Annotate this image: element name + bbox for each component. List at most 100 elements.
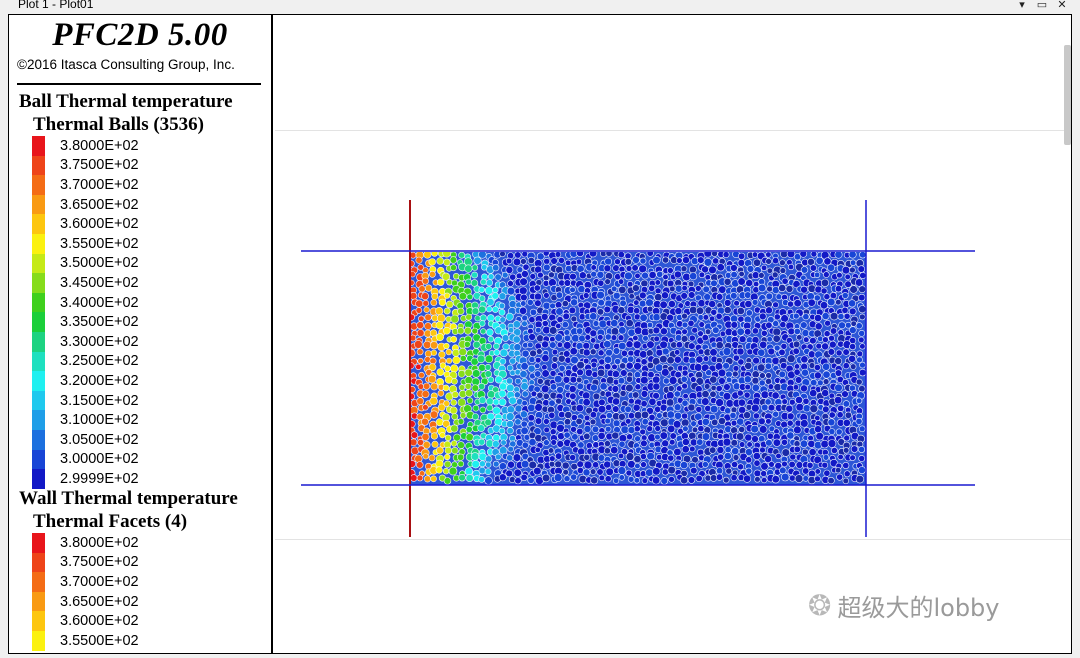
ball-particle <box>536 391 544 399</box>
ball-particle <box>508 396 517 405</box>
ball-particle <box>760 462 769 471</box>
model-viewport[interactable] <box>275 15 1071 653</box>
restore-icon[interactable]: ▭ <box>1036 0 1048 11</box>
ball-particle <box>640 453 647 460</box>
ball-particle <box>543 426 550 434</box>
ball-particle <box>627 412 635 420</box>
ball-particle <box>598 474 605 482</box>
ball-particle <box>673 355 682 364</box>
ball-particle <box>612 291 621 300</box>
ball-particle <box>568 385 577 393</box>
ball-particle <box>661 439 670 448</box>
ball-particle <box>822 271 830 278</box>
ball-particle <box>689 305 698 315</box>
ball-particle <box>554 460 563 469</box>
ball-particle <box>451 447 459 455</box>
ball-particle <box>701 334 709 342</box>
ball-particle <box>750 424 759 434</box>
wall-scale-label: 3.6000E+02 <box>60 613 139 630</box>
ball-particle <box>618 326 627 335</box>
ball-particle <box>618 474 625 481</box>
window-controls: ▾ ▭ ✕ <box>1016 0 1068 11</box>
vertical-scrollbar[interactable] <box>1064 45 1071 145</box>
ball-particle <box>486 328 494 337</box>
ball-particle <box>833 396 843 405</box>
ball-particle <box>834 252 843 259</box>
ball-particle <box>624 258 633 266</box>
ball-particle <box>788 460 796 469</box>
ball-scale-label: 3.0000E+02 <box>60 451 139 468</box>
ball-particle <box>445 300 454 309</box>
ball-particle <box>778 370 786 379</box>
ball-particle <box>494 375 503 384</box>
ball-particle <box>837 312 845 320</box>
ball-scale-row: 3.1000E+02 <box>32 410 139 430</box>
ball-particle <box>738 425 746 433</box>
ball-particle <box>731 460 739 468</box>
ball-particle <box>592 320 600 327</box>
ball-particle <box>730 474 738 482</box>
window-title: Plot 1 - Plot01 <box>18 0 94 11</box>
ball-particle <box>680 375 688 383</box>
ball-particle <box>842 447 850 454</box>
ball-particle <box>527 403 536 413</box>
ball-particle <box>710 384 717 392</box>
ball-particle <box>828 340 837 349</box>
ball-particle <box>724 271 732 279</box>
ball-particle <box>733 300 740 307</box>
ball-particle <box>477 424 485 432</box>
ball-particle <box>640 376 649 385</box>
ball-particle <box>484 455 493 463</box>
ball-particle <box>681 445 690 454</box>
ball-particle <box>444 446 453 455</box>
ball-particle <box>549 326 558 335</box>
ball-particle <box>766 285 773 293</box>
ball-particle <box>480 328 487 335</box>
ball-particle <box>652 382 661 391</box>
ball-particle <box>618 412 626 421</box>
ball-particle <box>708 265 717 275</box>
ball-particle <box>498 427 506 435</box>
ball-particle <box>793 368 801 376</box>
ball-particle <box>786 419 794 427</box>
ball-particle <box>761 477 768 484</box>
ball-particle <box>793 363 801 370</box>
ball-particle <box>563 341 572 350</box>
ball-particle <box>471 327 479 335</box>
ball-particle <box>855 417 863 425</box>
ball-particle <box>417 357 424 365</box>
ball-particle <box>775 452 782 460</box>
ball-particle <box>619 389 627 397</box>
ball-particle <box>786 412 795 421</box>
ball-particle <box>576 360 585 370</box>
menu-dropdown-icon[interactable]: ▾ <box>1016 0 1028 11</box>
ball-particle <box>688 334 696 342</box>
ball-particle <box>858 368 866 377</box>
ball-particle <box>767 404 776 412</box>
ball-particle <box>709 446 717 454</box>
ball-particle <box>446 357 453 364</box>
ball-particle <box>827 348 836 356</box>
ball-particle <box>436 313 446 323</box>
ball-particle <box>738 270 745 278</box>
ball-particle <box>520 300 527 307</box>
ball-particle <box>828 428 836 435</box>
ball-particle <box>471 271 478 279</box>
ball-particle <box>437 403 446 412</box>
ball-particle <box>844 411 853 419</box>
ball-particle <box>542 392 550 400</box>
ball-particle <box>659 355 668 364</box>
ball-particle <box>779 466 787 475</box>
ball-particle <box>827 263 836 272</box>
ball-scale-label: 3.5500E+02 <box>60 235 139 252</box>
ball-particle <box>479 406 487 414</box>
ball-particle <box>561 321 569 329</box>
close-icon[interactable]: ✕ <box>1056 0 1068 11</box>
ball-particle <box>780 342 788 350</box>
ball-particle <box>512 453 522 462</box>
ball-particle <box>792 347 800 355</box>
ball-particle <box>478 320 486 327</box>
ball-particle <box>457 460 465 468</box>
ball-particle <box>611 370 620 378</box>
ball-particle <box>694 363 703 372</box>
